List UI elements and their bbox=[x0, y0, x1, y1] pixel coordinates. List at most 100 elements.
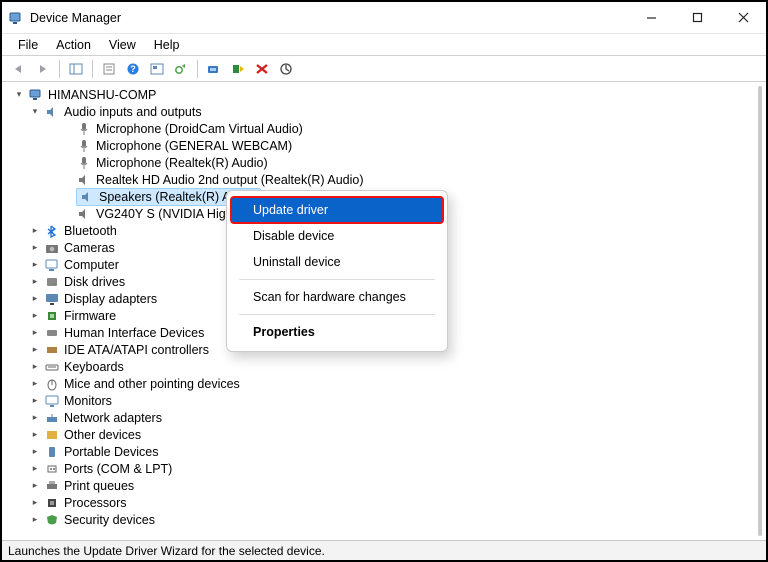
context-properties[interactable]: Properties bbox=[231, 319, 443, 345]
chevron-right-icon[interactable]: ▸ bbox=[28, 258, 42, 272]
toolbar-separator bbox=[92, 60, 93, 78]
ide-icon bbox=[44, 342, 60, 358]
menu-help[interactable]: Help bbox=[146, 36, 188, 54]
tree-root[interactable]: ▾ HIMANSHU-COMP bbox=[10, 86, 766, 103]
device-label: Microphone (GENERAL WEBCAM) bbox=[96, 139, 292, 153]
window-title: Device Manager bbox=[30, 11, 628, 25]
chevron-right-icon[interactable]: ▸ bbox=[28, 445, 42, 459]
processor-icon bbox=[44, 495, 60, 511]
device-label: Microphone (Realtek(R) Audio) bbox=[96, 156, 268, 170]
chevron-right-icon[interactable]: ▸ bbox=[28, 275, 42, 289]
speaker-icon bbox=[76, 206, 92, 222]
tree-category-print[interactable]: ▸ Print queues bbox=[10, 477, 766, 494]
minimize-button[interactable] bbox=[628, 3, 674, 33]
category-label: Other devices bbox=[64, 428, 141, 442]
tree-category-audio[interactable]: ▾ Audio inputs and outputs bbox=[10, 103, 766, 120]
device-label: Microphone (DroidCam Virtual Audio) bbox=[96, 122, 303, 136]
device-label: Realtek HD Audio 2nd output (Realtek(R) … bbox=[96, 173, 364, 187]
category-label: Computer bbox=[64, 258, 119, 272]
status-text: Launches the Update Driver Wizard for th… bbox=[8, 544, 325, 558]
back-button[interactable] bbox=[8, 58, 30, 80]
bluetooth-icon bbox=[44, 223, 60, 239]
category-label: Network adapters bbox=[64, 411, 162, 425]
svg-text:?: ? bbox=[130, 64, 136, 74]
chevron-right-icon[interactable]: ▸ bbox=[28, 479, 42, 493]
forward-button[interactable] bbox=[32, 58, 54, 80]
update-driver-button[interactable] bbox=[170, 58, 192, 80]
tree-device[interactable]: ▸ Realtek HD Audio 2nd output (Realtek(R… bbox=[10, 171, 766, 188]
category-label: IDE ATA/ATAPI controllers bbox=[64, 343, 209, 357]
tree-category-monitors[interactable]: ▸ Monitors bbox=[10, 392, 766, 409]
tree-category-mice[interactable]: ▸ Mice and other pointing devices bbox=[10, 375, 766, 392]
chevron-right-icon[interactable]: ▸ bbox=[28, 411, 42, 425]
category-label: Display adapters bbox=[64, 292, 157, 306]
chevron-down-icon[interactable]: ▾ bbox=[12, 88, 26, 102]
chevron-right-icon[interactable]: ▸ bbox=[28, 241, 42, 255]
tree-category-keyboards[interactable]: ▸ Keyboards bbox=[10, 358, 766, 375]
add-legacy-hardware-button[interactable] bbox=[227, 58, 249, 80]
toolbar: ? bbox=[2, 56, 766, 82]
microphone-icon bbox=[76, 121, 92, 137]
tree-category-other[interactable]: ▸ Other devices bbox=[10, 426, 766, 443]
tree-category-security[interactable]: ▸ Security devices bbox=[10, 511, 766, 528]
microphone-icon bbox=[76, 138, 92, 154]
tree-root-label: HIMANSHU-COMP bbox=[48, 88, 156, 102]
microphone-icon bbox=[76, 155, 92, 171]
toolbar-separator bbox=[197, 60, 198, 78]
disk-icon bbox=[44, 274, 60, 290]
context-scan-hardware[interactable]: Scan for hardware changes bbox=[231, 284, 443, 310]
chevron-right-icon[interactable]: ▸ bbox=[28, 360, 42, 374]
chevron-right-icon[interactable]: ▸ bbox=[28, 394, 42, 408]
chevron-down-icon[interactable]: ▾ bbox=[28, 105, 42, 119]
tree-device[interactable]: ▸ Microphone (GENERAL WEBCAM) bbox=[10, 137, 766, 154]
category-label: Keyboards bbox=[64, 360, 124, 374]
tree-category-network[interactable]: ▸ Network adapters bbox=[10, 409, 766, 426]
action-button[interactable] bbox=[146, 58, 168, 80]
category-label: Portable Devices bbox=[64, 445, 159, 459]
menu-file[interactable]: File bbox=[10, 36, 46, 54]
category-label: Audio inputs and outputs bbox=[64, 105, 202, 119]
chevron-right-icon[interactable]: ▸ bbox=[28, 513, 42, 527]
menu-action[interactable]: Action bbox=[48, 36, 99, 54]
chevron-right-icon[interactable]: ▸ bbox=[28, 496, 42, 510]
menu-view[interactable]: View bbox=[101, 36, 144, 54]
properties-button[interactable] bbox=[98, 58, 120, 80]
computer-icon bbox=[28, 87, 44, 103]
disable-device-button[interactable] bbox=[275, 58, 297, 80]
tree-category-processors[interactable]: ▸ Processors bbox=[10, 494, 766, 511]
chevron-right-icon[interactable]: ▸ bbox=[28, 428, 42, 442]
uninstall-device-button[interactable] bbox=[251, 58, 273, 80]
chevron-right-icon[interactable]: ▸ bbox=[28, 292, 42, 306]
ports-icon bbox=[44, 461, 60, 477]
speaker-icon bbox=[44, 104, 60, 120]
context-separator bbox=[239, 279, 435, 280]
device-manager-window: Device Manager File Action View Help ? bbox=[0, 0, 768, 562]
close-button[interactable] bbox=[720, 3, 766, 33]
context-disable-device[interactable]: Disable device bbox=[231, 223, 443, 249]
scan-hardware-button[interactable] bbox=[203, 58, 225, 80]
category-label: Disk drives bbox=[64, 275, 125, 289]
category-label: Firmware bbox=[64, 309, 116, 323]
speaker-icon bbox=[76, 172, 92, 188]
chevron-right-icon[interactable]: ▸ bbox=[28, 309, 42, 323]
chevron-right-icon[interactable]: ▸ bbox=[28, 326, 42, 340]
tree-category-portable[interactable]: ▸ Portable Devices bbox=[10, 443, 766, 460]
tree-device[interactable]: ▸ Microphone (Realtek(R) Audio) bbox=[10, 154, 766, 171]
tree-device[interactable]: ▸ Microphone (DroidCam Virtual Audio) bbox=[10, 120, 766, 137]
device-tree-container: ▾ HIMANSHU-COMP ▾ Audio inputs and outpu… bbox=[2, 82, 766, 540]
show-hide-tree-button[interactable] bbox=[65, 58, 87, 80]
chevron-right-icon[interactable]: ▸ bbox=[28, 224, 42, 238]
context-uninstall-device[interactable]: Uninstall device bbox=[231, 249, 443, 275]
maximize-button[interactable] bbox=[674, 3, 720, 33]
chevron-right-icon[interactable]: ▸ bbox=[28, 377, 42, 391]
chevron-right-icon[interactable]: ▸ bbox=[28, 462, 42, 476]
category-label: Print queues bbox=[64, 479, 134, 493]
help-button[interactable]: ? bbox=[122, 58, 144, 80]
context-update-driver[interactable]: Update driver bbox=[231, 197, 443, 223]
monitor-icon bbox=[44, 393, 60, 409]
tree-category-ports[interactable]: ▸ Ports (COM & LPT) bbox=[10, 460, 766, 477]
chevron-right-icon[interactable]: ▸ bbox=[28, 343, 42, 357]
menubar: File Action View Help bbox=[2, 34, 766, 56]
vertical-scrollbar[interactable] bbox=[758, 86, 762, 536]
status-bar: Launches the Update Driver Wizard for th… bbox=[2, 540, 766, 560]
